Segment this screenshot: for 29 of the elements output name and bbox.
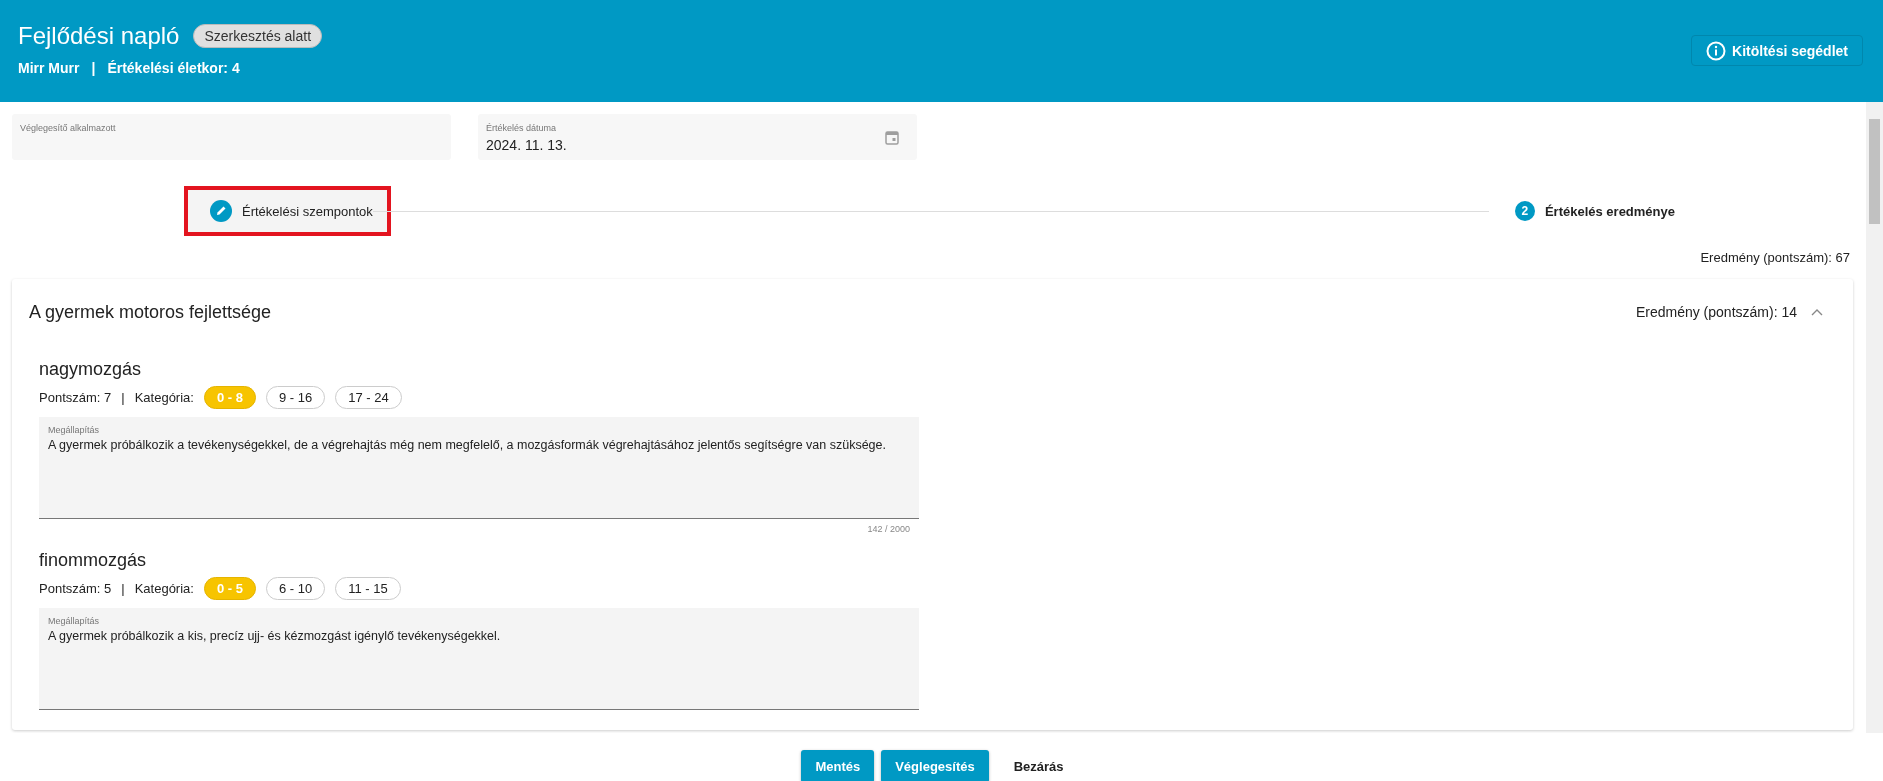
input-field[interactable]: Véglegesítő alkalmazott	[12, 114, 451, 160]
chevron-icon[interactable]	[1811, 308, 1823, 316]
child-name: Mirr Murr	[18, 60, 80, 76]
category-label: Kategória:	[134, 390, 194, 405]
points-label: Pontszám: 7	[39, 390, 112, 405]
criterion-title: nagymozgás	[39, 359, 143, 380]
total-score: Eredmény (pontszám): 67	[1700, 250, 1850, 265]
separator-text: |	[121, 581, 125, 596]
separator-text: |	[91, 60, 96, 76]
info-icon	[1706, 40, 1727, 61]
pencil-icon	[210, 200, 232, 222]
close-button[interactable]: Bezárás	[995, 750, 1082, 781]
section-title: A gyermek motoros fejlettsége	[29, 301, 273, 323]
text-area[interactable]: Megállapítás A gyermek próbálkozik a tevékenységekkel, de a végrehajtás még nem megfelelő, a mozgásformák végrehajtásához jelentős segítségre van szüksége.	[39, 417, 919, 519]
character-counter: 142 / 2000	[867, 524, 910, 534]
age-label: Értékelési életkor: 4	[107, 60, 240, 76]
status-badge: Szerkesztés alatt	[193, 24, 323, 48]
input-field[interactable]: Értékelés dátuma 2024. 11. 13.	[478, 114, 917, 160]
stepper-step[interactable]: 2 Értékelés eredménye	[1488, 187, 1693, 235]
page-title: Fejlődési napló	[18, 22, 180, 50]
separator-text: |	[121, 390, 125, 405]
category-label: Kategória:	[134, 581, 194, 596]
text-area[interactable]: Megállapítás A gyermek próbálkozik a kis, precíz ujj- és kézmozgást igénylő tevékenységekkel.	[39, 608, 919, 710]
criterion-title: finommozgás	[39, 550, 148, 571]
calendar-icon[interactable]	[885, 129, 899, 145]
scrollbar[interactable]	[1866, 102, 1883, 733]
section-score: Eredmény (pontszám): 14	[1635, 304, 1797, 320]
stepper-step[interactable]: Értékelési szempontok	[184, 186, 391, 236]
points-label: Pontszám: 5	[39, 581, 112, 596]
